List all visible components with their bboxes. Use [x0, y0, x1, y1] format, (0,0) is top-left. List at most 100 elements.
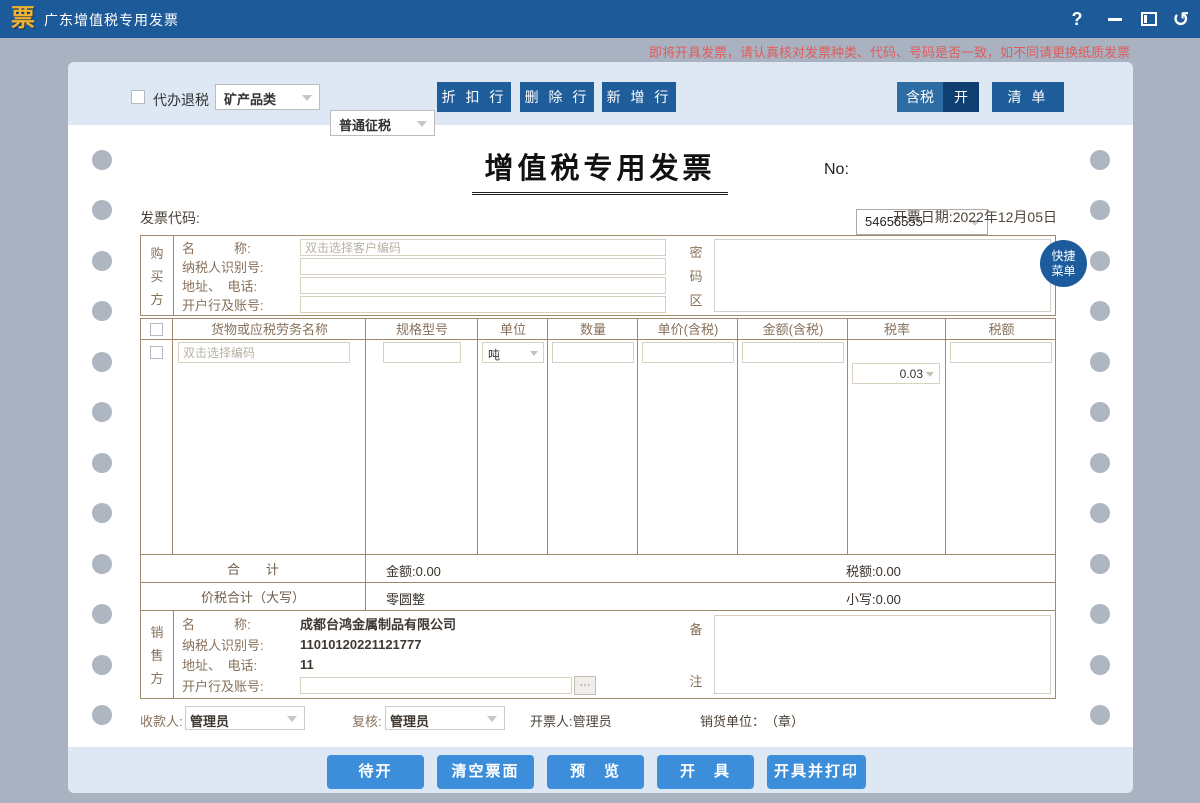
discount-row-button[interactable]: 折 扣 行: [437, 82, 511, 112]
seller-bank-input[interactable]: [300, 677, 572, 694]
items-col-divider: [848, 319, 946, 554]
rebate-label: 代办退税: [153, 90, 209, 110]
issue-button[interactable]: 开 具: [657, 755, 754, 789]
perforation-dot: [1090, 453, 1110, 473]
perforation-dot: [92, 554, 112, 574]
drawer-text: 开票人:管理员: [530, 711, 612, 730]
item-name-input[interactable]: [178, 342, 350, 363]
payee-label: 收款人:: [140, 711, 183, 730]
restore-window-icon[interactable]: [1134, 0, 1164, 38]
password-area-box[interactable]: [714, 239, 1051, 312]
issue-print-button[interactable]: 开具并打印: [767, 755, 866, 789]
invoice-no-label: No:: [824, 161, 849, 179]
perforation-dot: [92, 301, 112, 321]
item-amount-input[interactable]: [742, 342, 844, 363]
rebate-checkbox[interactable]: [131, 90, 145, 104]
minimize-icon[interactable]: [1100, 0, 1130, 38]
remark-char: 备: [689, 619, 702, 638]
password-area-char: 区: [689, 290, 702, 309]
seller-name-value: 成都台鸿金属制品有限公司: [300, 614, 456, 633]
buyer-name-label: 名 称:: [174, 238, 300, 257]
perforation-dot: [92, 655, 112, 675]
buyer-bank-input[interactable]: [300, 296, 666, 313]
item-spec-input[interactable]: [383, 342, 461, 363]
buyer-party-char: 买: [150, 266, 163, 285]
perforation-dot: [92, 705, 112, 725]
select-all-checkbox[interactable]: [150, 323, 163, 336]
seller-bank-label: 开户行及账号:: [174, 676, 300, 695]
perforation-dot: [1090, 655, 1110, 675]
payee-value: 管理员: [186, 707, 304, 730]
seller-address-label: 地址、 电话:: [174, 655, 300, 674]
item-tax-input[interactable]: [950, 342, 1052, 363]
seller-address-value: 11: [300, 657, 314, 672]
remark-box[interactable]: [714, 615, 1051, 694]
buyer-party-label: 购 买 方: [141, 236, 174, 315]
perforation-dot: [1090, 352, 1110, 372]
app-title: 广东增值税专用发票: [44, 10, 179, 30]
reviewer-select[interactable]: 管理员: [385, 706, 505, 730]
payee-select[interactable]: 管理员: [185, 706, 305, 730]
buyer-address-input[interactable]: [300, 277, 666, 294]
seller-bank-browse-button[interactable]: ···: [574, 676, 596, 695]
perforation-dot: [1090, 251, 1110, 271]
delete-row-button[interactable]: 删 除 行: [520, 82, 594, 112]
perforation-dot: [1090, 402, 1110, 422]
perforation-dot: [1090, 554, 1110, 574]
list-button[interactable]: 清 单: [992, 82, 1064, 112]
seller-party-label: 销 售 方: [141, 611, 174, 698]
buyer-name-input[interactable]: [300, 239, 666, 256]
item-qty-input[interactable]: [552, 342, 634, 363]
seller-section: 销 售 方 名 称: 成都台鸿金属制品有限公司 纳税人识别号: 11010120…: [140, 610, 1056, 699]
total-small-value: 小写:0.00: [846, 589, 901, 608]
totals-amount: 金额:0.00: [386, 561, 441, 580]
items-header-rate: 税率: [848, 319, 946, 340]
items-header-name: 货物或应税劳务名称: [173, 319, 366, 340]
items-header-qty: 数量: [548, 319, 638, 340]
category-select[interactable]: 矿产品类: [215, 84, 320, 110]
perforation-dot: [92, 352, 112, 372]
totals-tax: 税额:0.00: [846, 561, 901, 580]
perforation-dot: [92, 604, 112, 624]
clear-button[interactable]: 清空票面: [437, 755, 534, 789]
item-unit-value: 吨: [483, 343, 543, 363]
perforation-dot: [1090, 604, 1110, 624]
items-header-spec: 规格型号: [366, 319, 478, 340]
reviewer-value: 管理员: [386, 707, 504, 730]
item-tax-rate-select[interactable]: 0.03: [852, 363, 940, 384]
perforation-dot: [1090, 301, 1110, 321]
tax-mode-select-value: 普通征税: [331, 111, 434, 134]
undo-icon[interactable]: ↺: [1166, 0, 1196, 38]
total-in-words-label: 价税合计（大写）: [141, 583, 366, 610]
help-icon[interactable]: ?: [1062, 0, 1092, 38]
buyer-taxid-input[interactable]: [300, 258, 666, 275]
totals-row: 合 计 金额:0.00 税额:0.00: [140, 554, 1056, 583]
seller-taxid-label: 纳税人识别号:: [174, 635, 300, 654]
buyer-address-label: 地址、 电话:: [174, 276, 300, 295]
perforation-dot: [1090, 200, 1110, 220]
total-in-words-value: 零圆整: [386, 589, 425, 608]
app-logo-icon: 票: [9, 5, 37, 33]
items-header-tax: 税额: [946, 319, 1057, 340]
perforation-dot: [1090, 503, 1110, 523]
password-area-char: 码: [689, 266, 702, 285]
seller-taxid-value: 11010120221121777: [300, 637, 421, 652]
buyer-party-char: 购: [150, 243, 163, 262]
perforation-dot: [92, 402, 112, 422]
pending-button[interactable]: 待开: [327, 755, 424, 789]
perforation-dot: [1090, 150, 1110, 170]
tax-included-toggle-label[interactable]: 含税: [897, 82, 943, 112]
item-price-input[interactable]: [642, 342, 734, 363]
quick-menu-button[interactable]: 快捷 菜单: [1040, 240, 1087, 287]
seller-unit-seal-text: 销货单位： （章）: [700, 711, 804, 730]
tax-mode-select[interactable]: 普通征税: [330, 110, 435, 136]
add-row-button[interactable]: 新 增 行: [602, 82, 676, 112]
tax-included-toggle-state[interactable]: 开: [943, 82, 979, 112]
item-unit-select[interactable]: 吨: [482, 342, 544, 363]
preview-button[interactable]: 预 览: [547, 755, 644, 789]
items-table: 货物或应税劳务名称 规格型号 单位 数量 单价(含税) 金额(含税) 税率 税额…: [140, 318, 1056, 555]
seller-name-label: 名 称:: [174, 614, 300, 633]
row-checkbox[interactable]: [150, 346, 163, 359]
quick-menu-line: 快捷: [1051, 249, 1075, 264]
quick-menu-line: 菜单: [1051, 264, 1075, 279]
